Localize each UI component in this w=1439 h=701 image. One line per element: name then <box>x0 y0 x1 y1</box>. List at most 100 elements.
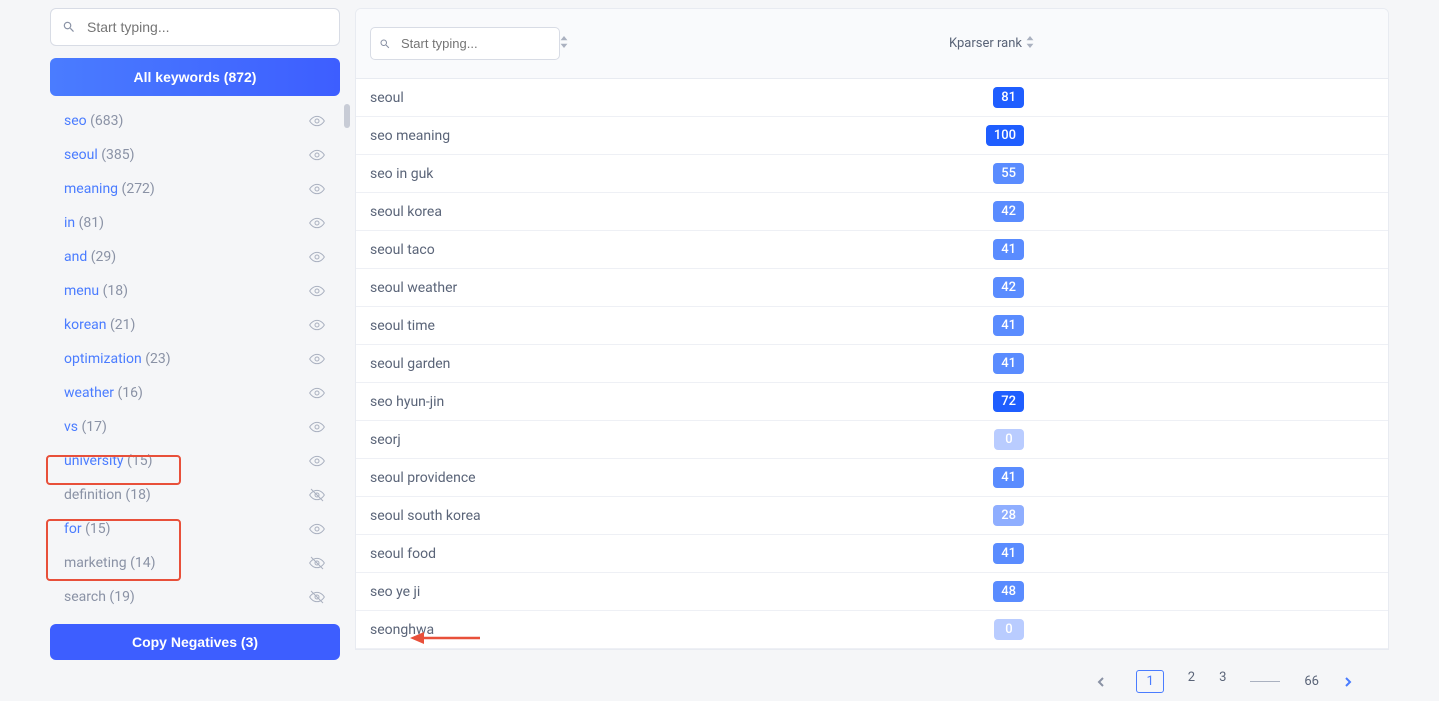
all-keywords-count: (872) <box>224 69 257 85</box>
copy-negatives-button[interactable]: Copy Negatives (3) <box>50 624 340 660</box>
row-keyword: seoul garden <box>370 356 993 372</box>
sidebar-item[interactable]: search (19) <box>50 580 340 614</box>
main-search-wrap <box>370 27 560 60</box>
table-row[interactable]: seorj0 <box>356 421 1388 459</box>
row-keyword: seoul taco <box>370 242 993 258</box>
table-row[interactable]: seoul providence41 <box>356 459 1388 497</box>
eye-icon[interactable] <box>308 112 326 130</box>
table-row[interactable]: seoul food41 <box>356 535 1388 573</box>
copy-negatives-label: Copy Negatives <box>132 634 237 650</box>
prev-page-button[interactable] <box>1096 674 1112 690</box>
table-row[interactable]: seoul south korea28 <box>356 497 1388 535</box>
keyword-label: seoul <box>64 147 98 163</box>
table-row[interactable]: seo in guk55 <box>356 155 1388 193</box>
pagination-ellipsis <box>1250 681 1280 682</box>
sidebar-item[interactable]: weather (16) <box>50 376 340 410</box>
all-keywords-label: All keywords <box>134 69 220 85</box>
row-keyword: seo ye ji <box>370 584 993 600</box>
eye-hidden-icon[interactable] <box>308 554 326 572</box>
sidebar-item[interactable]: vs (17) <box>50 410 340 444</box>
table-row[interactable]: seonghwa0 <box>356 611 1388 649</box>
eye-icon[interactable] <box>308 384 326 402</box>
main-header: Kparser rank <box>356 9 1388 79</box>
keyword-label: meaning <box>64 181 118 197</box>
sidebar-item[interactable]: in (81) <box>50 206 340 240</box>
eye-icon[interactable] <box>308 350 326 368</box>
page-number[interactable]: 1 <box>1136 670 1163 693</box>
sidebar-item[interactable]: menu (18) <box>50 274 340 308</box>
eye-icon[interactable] <box>308 248 326 266</box>
sidebar-item[interactable]: and (29) <box>50 240 340 274</box>
keyword-label: optimization <box>64 351 142 367</box>
eye-icon[interactable] <box>308 418 326 436</box>
rank-badge: 41 <box>993 467 1024 488</box>
table-row[interactable]: seo meaning100 <box>356 117 1388 155</box>
keyword-count: (81) <box>79 215 104 231</box>
row-keyword: seoul <box>370 90 993 106</box>
table-row[interactable]: seo ye ji48 <box>356 573 1388 611</box>
sort-icon[interactable] <box>560 36 568 52</box>
keyword-label: search <box>64 589 106 605</box>
sidebar-item[interactable]: korean (21) <box>50 308 340 342</box>
sidebar-item[interactable]: meaning (272) <box>50 172 340 206</box>
sidebar-item[interactable]: optimization (23) <box>50 342 340 376</box>
rank-header-label: Kparser rank <box>949 36 1022 51</box>
rank-badge: 48 <box>993 581 1024 602</box>
table-row[interactable]: seoul korea42 <box>356 193 1388 231</box>
row-keyword: seo hyun-jin <box>370 394 993 410</box>
row-keyword: seoul time <box>370 318 993 334</box>
keyword-label: definition <box>64 487 122 503</box>
table-row[interactable]: seoul weather42 <box>356 269 1388 307</box>
page-number[interactable]: 3 <box>1219 670 1226 693</box>
eye-icon[interactable] <box>308 520 326 538</box>
rank-column-header[interactable]: Kparser rank <box>949 36 1034 52</box>
keyword-count: (385) <box>101 147 134 163</box>
row-keyword: seoul south korea <box>370 508 993 524</box>
data-rows: seoul81seo meaning100seo in guk55seoul k… <box>356 79 1388 649</box>
table-row[interactable]: seoul garden41 <box>356 345 1388 383</box>
eye-icon[interactable] <box>308 282 326 300</box>
scroll-thumb[interactable] <box>344 104 350 128</box>
rank-badge: 55 <box>993 163 1024 184</box>
eye-icon[interactable] <box>308 180 326 198</box>
eye-hidden-icon[interactable] <box>308 486 326 504</box>
keyword-count: (23) <box>145 351 170 367</box>
row-keyword: seoul weather <box>370 280 993 296</box>
row-keyword: seoul providence <box>370 470 993 486</box>
rank-badge: 0 <box>994 619 1024 640</box>
rank-badge: 41 <box>993 239 1024 260</box>
search-icon <box>379 38 391 50</box>
search-icon <box>62 20 76 34</box>
keyword-label: and <box>64 249 87 265</box>
all-keywords-button[interactable]: All keywords (872) <box>50 58 340 96</box>
table-row[interactable]: seo hyun-jin72 <box>356 383 1388 421</box>
keyword-label: seo <box>64 113 87 129</box>
keyword-count: (19) <box>109 589 134 605</box>
table-row[interactable]: seoul81 <box>356 79 1388 117</box>
keyword-count: (683) <box>90 113 123 129</box>
sort-icon <box>1026 36 1034 52</box>
last-page-button[interactable]: 66 <box>1304 674 1319 689</box>
row-keyword: seo meaning <box>370 128 986 144</box>
eye-icon[interactable] <box>308 146 326 164</box>
rank-badge: 41 <box>993 543 1024 564</box>
table-row[interactable]: seoul taco41 <box>356 231 1388 269</box>
highlight-box <box>46 519 181 581</box>
rank-badge: 42 <box>993 201 1024 222</box>
next-page-button[interactable] <box>1343 674 1359 690</box>
eye-hidden-icon[interactable] <box>308 588 326 606</box>
main-search-input[interactable] <box>370 27 560 60</box>
sidebar-item[interactable]: seo (683) <box>50 104 340 138</box>
eye-icon[interactable] <box>308 214 326 232</box>
page-number[interactable]: 2 <box>1188 670 1195 693</box>
table-row[interactable]: seoul time41 <box>356 307 1388 345</box>
rank-badge: 41 <box>993 353 1024 374</box>
keyword-count: (16) <box>118 385 143 401</box>
sidebar-item[interactable]: seoul (385) <box>50 138 340 172</box>
row-keyword: seoul korea <box>370 204 993 220</box>
eye-icon[interactable] <box>308 316 326 334</box>
row-keyword: seoul food <box>370 546 993 562</box>
keyword-list: seo (683)seoul (385)meaning (272)in (81)… <box>50 104 340 614</box>
eye-icon[interactable] <box>308 452 326 470</box>
sidebar-search-input[interactable] <box>50 8 340 46</box>
